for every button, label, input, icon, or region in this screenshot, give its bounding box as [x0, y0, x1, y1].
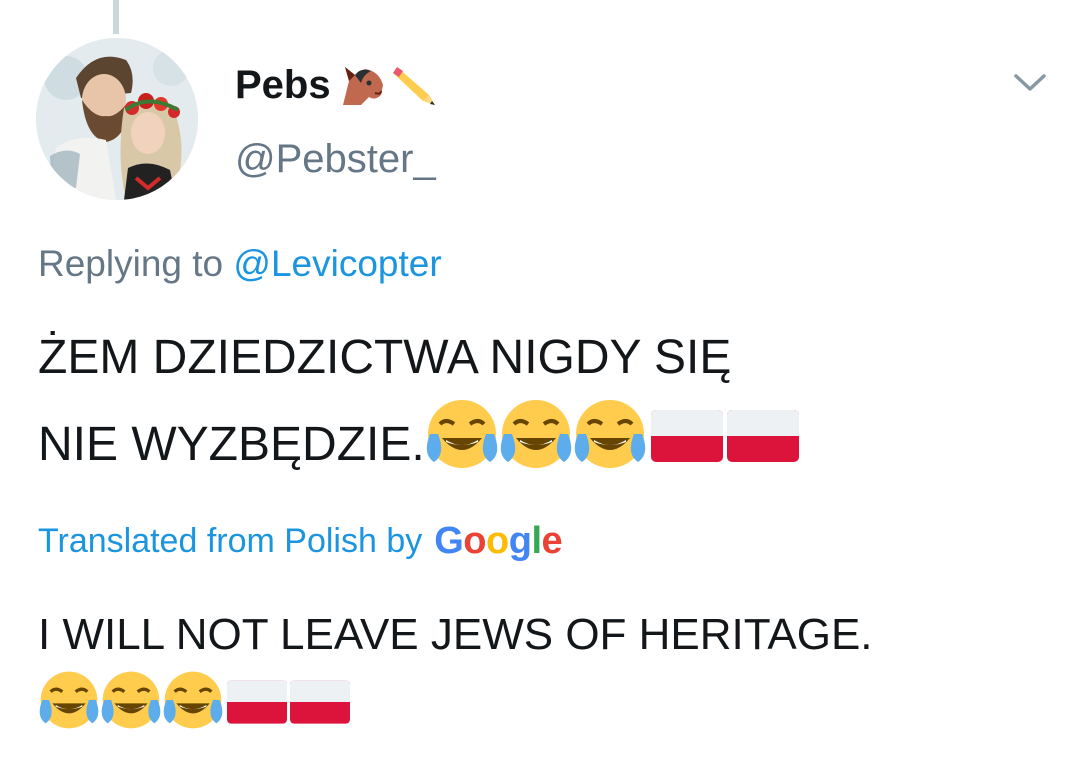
translated-from-label: Translated from Polish by [38, 522, 423, 560]
face-with-tears-of-joy-icon [163, 671, 223, 729]
face-with-tears-of-joy-icon [101, 671, 161, 729]
avatar-illustration [36, 38, 198, 200]
pencil-icon [392, 67, 435, 105]
flag-poland-icon [726, 410, 799, 462]
flag-poland-icon [227, 680, 287, 724]
tweet-text: ŻEM DZIEDZICTWA NIGDY SIĘ NIE WYZBĘDZIE. [38, 318, 1038, 485]
translation-attribution: Translated from Polish by Google [38, 517, 563, 565]
flag-poland-icon [650, 410, 723, 462]
reply-to-handle-link[interactable]: @Levicopter [233, 243, 441, 284]
flag-poland-icon [290, 680, 350, 724]
translated-emoji-line [38, 670, 1038, 741]
translated-text: I WILL NOT LEAVE JEWS OF HERITAGE. [38, 600, 1038, 741]
tweet-text-line-2-text: NIE WYZBĘDZIE. [38, 418, 425, 471]
google-logo-letter: e [541, 520, 563, 562]
replying-to-line: Replying to @Levicopter [38, 240, 442, 288]
google-logo-letter: g [508, 520, 532, 562]
display-name[interactable]: Pebs [235, 60, 443, 110]
translated-text-line: I WILL NOT LEAVE JEWS OF HERITAGE. [38, 610, 873, 659]
avatar[interactable] [36, 38, 198, 200]
face-with-tears-of-joy-icon [574, 400, 645, 468]
horse-face-icon [342, 67, 383, 105]
thread-connector-line [113, 0, 119, 34]
google-logo-letter: G [434, 520, 464, 562]
reply-prefix: Replying to [38, 243, 224, 284]
face-with-tears-of-joy-icon [39, 671, 99, 729]
chevron-down-icon[interactable] [1013, 68, 1047, 96]
face-with-tears-of-joy-icon [426, 400, 497, 468]
google-logo[interactable]: Google [434, 517, 562, 565]
google-logo-letter: l [531, 520, 542, 562]
tweet-text-line-1: ŻEM DZIEDZICTWA NIGDY SIĘ [38, 331, 732, 384]
google-logo-letter: o [486, 520, 509, 562]
display-name-text: Pebs [235, 62, 331, 107]
face-with-tears-of-joy-icon [500, 400, 571, 468]
tweet-text-line-2: NIE WYZBĘDZIE. [38, 398, 1038, 485]
google-logo-letter: o [463, 520, 487, 562]
user-handle[interactable]: @Pebster_ [235, 135, 436, 183]
